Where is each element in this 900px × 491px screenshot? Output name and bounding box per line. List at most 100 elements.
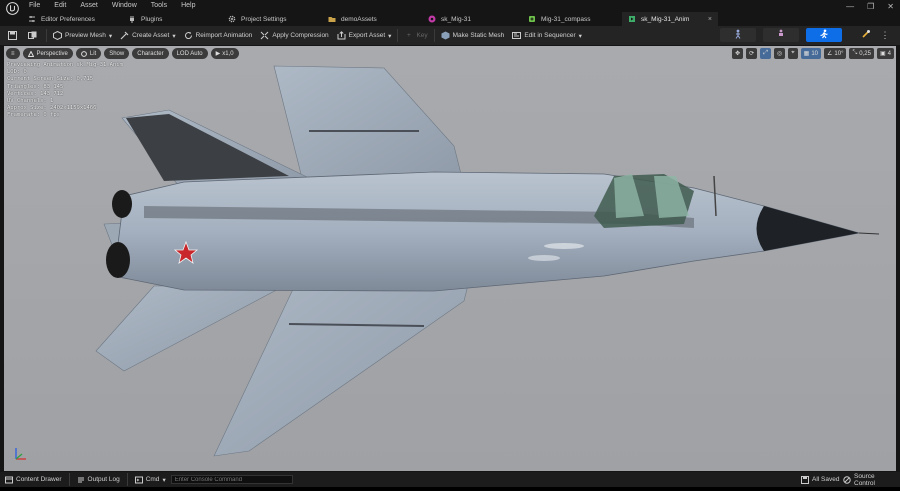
stats-line-vertices: Vertices: 143 712: [7, 90, 64, 97]
taskbar-edge: [0, 487, 900, 491]
camera-speed-value: 4: [887, 50, 891, 57]
scale-snap-button[interactable]: ⤡ 0,25: [849, 48, 874, 59]
apply-compression-button[interactable]: Apply Compression: [256, 28, 332, 43]
settings-button[interactable]: [860, 28, 872, 42]
translate-tool[interactable]: ✥: [732, 48, 744, 59]
perspective-label: Perspective: [36, 50, 68, 57]
playback-speed-button[interactable]: ▶ x1,0: [210, 48, 239, 59]
axis-gizmo-icon: [12, 445, 30, 465]
rotate-tool[interactable]: ⟳: [746, 48, 758, 59]
browse-button[interactable]: [24, 28, 44, 43]
tab-demo-assets[interactable]: demoAssets: [322, 12, 422, 26]
move-icon: ✥: [735, 51, 741, 57]
mesh-mode-icon: [776, 29, 786, 41]
show-button[interactable]: Show: [104, 48, 130, 59]
tab-label: demoAssets: [341, 15, 377, 23]
perspective-button[interactable]: Perspective: [22, 48, 73, 59]
save-icon: [8, 31, 17, 40]
settings-icon: [861, 29, 871, 41]
running-man-icon: [819, 29, 829, 41]
scale-snap-icon: ⤡: [852, 50, 858, 56]
tab-project-settings[interactable]: Project Settings: [222, 12, 322, 26]
compression-icon: [260, 31, 269, 40]
export-asset-button[interactable]: Export Asset ▾: [333, 28, 396, 43]
chevron-down-icon: ▾: [162, 476, 166, 484]
tab-mig-31-compass[interactable]: Mig-31_compass: [522, 12, 622, 26]
create-asset-button[interactable]: Create Asset ▾: [116, 28, 179, 43]
tab-sk-mig-31-anim[interactable]: sk_Mig-31_Anim ×: [622, 12, 718, 26]
grid-snap-value: 10: [811, 50, 819, 57]
surface-snap-toggle[interactable]: ⌖: [788, 48, 798, 59]
apply-compression-label: Apply Compression: [272, 32, 329, 39]
lod-button[interactable]: LOD Auto: [171, 48, 208, 59]
terminal-icon: [134, 476, 143, 484]
cmd-button[interactable]: Cmd ▾: [130, 473, 171, 486]
content-drawer-button[interactable]: Content Drawer: [0, 473, 67, 486]
camera-speed-button[interactable]: ▣ 4: [876, 48, 894, 59]
menu-file[interactable]: File: [29, 2, 40, 9]
mesh-mode-button[interactable]: [763, 28, 799, 42]
rotation-snap-button[interactable]: ∠ 10°: [824, 48, 847, 59]
animation-viewport[interactable]: ≡ Perspective Lit Show Character LOD Aut…: [4, 46, 896, 471]
status-divider: [126, 473, 128, 486]
menu-bar: File Edit Asset Window Tools Help — ❐ ✕: [0, 0, 900, 15]
character-button[interactable]: Character: [132, 48, 169, 59]
chevron-down-icon: ▾: [172, 32, 176, 40]
source-control-label: Source Control: [854, 472, 875, 487]
create-asset-icon: [120, 31, 129, 40]
menu-help[interactable]: Help: [181, 2, 195, 9]
source-control-button[interactable]: Source Control: [838, 472, 900, 487]
folder-icon: [328, 15, 336, 23]
viewport-options-button[interactable]: ≡: [6, 48, 20, 59]
plug-icon: [128, 15, 136, 23]
output-log-label: Output Log: [87, 476, 120, 483]
tab-label: Mig-31_compass: [541, 15, 591, 23]
rotation-snap-value: 10°: [834, 50, 844, 57]
stats-line-screen-size: Current Screen Size: 0,715: [7, 76, 94, 83]
preview-mesh-label: Preview Mesh: [65, 32, 106, 39]
static-mesh-icon: [441, 31, 450, 40]
chevron-down-icon: ▾: [578, 32, 582, 40]
unreal-logo-icon[interactable]: [5, 2, 19, 16]
more-options-button[interactable]: ⋮: [880, 28, 890, 42]
tab-label: Project Settings: [241, 15, 287, 23]
minimize-button[interactable]: —: [846, 2, 854, 11]
tab-editor-preferences[interactable]: Editor Preferences: [22, 12, 122, 26]
key-button[interactable]: + Key: [400, 28, 431, 43]
skeleton-mode-button[interactable]: [720, 28, 756, 42]
angle-icon: ∠: [827, 51, 833, 57]
camera-icon: ▣: [879, 51, 886, 57]
viewport-toolbar: ≡ Perspective Lit Show Character LOD Aut…: [6, 48, 239, 59]
tab-plugins[interactable]: Plugins: [122, 12, 222, 26]
restore-button[interactable]: ❐: [867, 2, 874, 11]
scale-tool[interactable]: ⤢: [760, 48, 772, 59]
tab-label: sk_Mig-31_Anim: [641, 15, 690, 23]
menu-window[interactable]: Window: [112, 2, 137, 9]
browse-icon: [28, 31, 37, 40]
menu-asset[interactable]: Asset: [80, 2, 98, 9]
edit-in-sequencer-button[interactable]: Edit in Sequencer ▾: [508, 28, 586, 43]
close-tab-icon[interactable]: ×: [708, 16, 712, 23]
save-button[interactable]: [0, 28, 24, 43]
reimport-animation-button[interactable]: Reimport Animation: [180, 28, 257, 43]
menu-tools[interactable]: Tools: [151, 2, 167, 9]
stats-line-framerate: Framerate: 0 fps: [7, 112, 60, 119]
lod-label: LOD Auto: [176, 50, 203, 57]
preview-mesh-button[interactable]: Preview Mesh ▾: [49, 28, 116, 43]
lit-icon: [80, 50, 87, 57]
close-window-button[interactable]: ✕: [887, 2, 894, 11]
stats-line-triangles: Triangles: 83 145: [7, 83, 64, 90]
tab-sk-mig-31[interactable]: sk_Mig-31: [422, 12, 522, 26]
console-command-input[interactable]: [170, 475, 293, 484]
mesh-icon: [53, 31, 62, 40]
skeleton-icon: [528, 15, 536, 23]
coordinate-space-toggle[interactable]: ◎: [774, 48, 786, 59]
menu-edit[interactable]: Edit: [54, 2, 66, 9]
make-static-mesh-button[interactable]: Make Static Mesh: [437, 28, 509, 43]
lit-button[interactable]: Lit: [75, 48, 102, 59]
chevron-down-icon: ▾: [388, 32, 392, 40]
sliders-icon: [28, 15, 36, 23]
grid-snap-button[interactable]: ▦ 10: [800, 48, 822, 59]
animation-mode-button[interactable]: [806, 28, 842, 42]
output-log-button[interactable]: Output Log: [72, 473, 125, 486]
